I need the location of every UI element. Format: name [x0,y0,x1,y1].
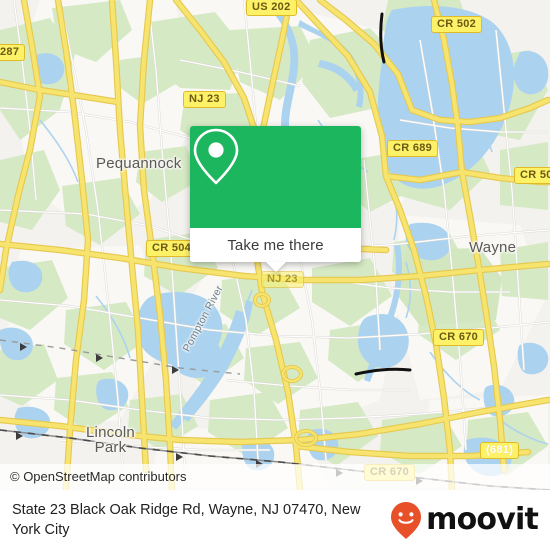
card-pin-area [190,126,361,228]
map-screenshot: Pequannock Wayne Lincoln Park Pompton Ri… [0,0,550,550]
shield-cr-504-east: CR 504 [514,167,550,184]
map-label-lincoln-park-line2: Park [94,439,127,456]
location-popup-card[interactable]: Take me there [190,126,361,272]
card-pointer-arrow [265,262,286,272]
moovit-pin-icon [391,502,422,539]
moovit-logo[interactable]: moovit [389,500,539,540]
map-label-pequannock: Pequannock [96,155,182,172]
take-me-there-label: Take me there [227,236,324,254]
shield-nj-23-north: NJ 23 [183,91,226,108]
address-text: State 23 Black Oak Ridge Rd, Wayne, NJ 0… [12,502,361,538]
moovit-wordmark: moovit [426,502,539,537]
map-pin-icon [193,128,239,185]
map-label-lincoln-park-line1: Lincoln [86,424,135,441]
map-canvas[interactable]: Pequannock Wayne Lincoln Park Pompton Ri… [0,0,550,490]
map-label-lincoln-park: Lincoln Park [86,425,135,455]
osm-attribution[interactable]: © OpenStreetMap contributors [0,464,550,490]
shield-287: 287 [0,44,26,61]
bottom-bar: State 23 Black Oak Ridge Rd, Wayne, NJ 0… [0,490,550,550]
shield-us-202: US 202 [246,0,297,16]
shield-681: (681) [480,442,520,459]
take-me-there-button[interactable]: Take me there [190,228,361,262]
shield-nj-23-south: NJ 23 [261,271,304,288]
shield-cr-502: CR 502 [431,16,483,33]
shield-cr-670-east: CR 670 [433,329,485,346]
map-label-wayne: Wayne [469,239,517,256]
shield-cr-689: CR 689 [387,140,439,157]
